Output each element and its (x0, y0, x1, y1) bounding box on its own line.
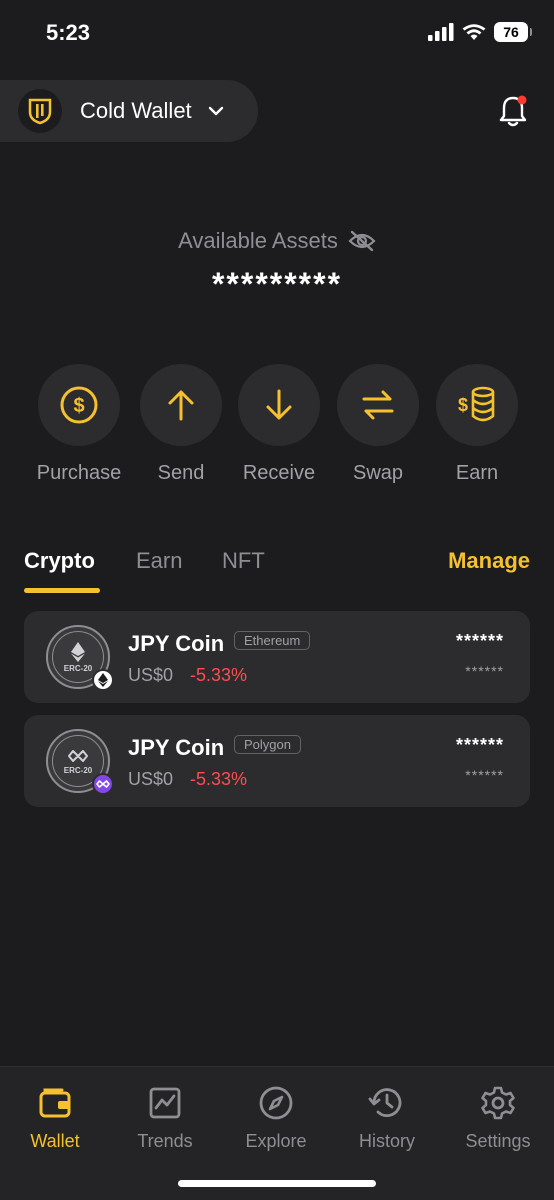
swap-label: Swap (352, 462, 404, 484)
coin-balance: ****** (455, 631, 504, 651)
coin-change: -5.33% (190, 769, 248, 789)
nav-explore[interactable]: Explore (221, 1083, 331, 1152)
nav-history[interactable]: History (332, 1083, 442, 1152)
receive-label: Receive (242, 462, 316, 484)
coin-balance: ****** (455, 735, 504, 755)
coins-icon: $ (458, 386, 495, 422)
dollar-icon: $ (60, 386, 98, 424)
nav-trends-label: Trends (137, 1131, 193, 1151)
nav-settings-label: Settings (465, 1131, 531, 1151)
send-button[interactable]: Send (126, 364, 236, 485)
tab-earn[interactable]: Earn (136, 548, 182, 574)
cellular-signal-icon (428, 23, 454, 41)
nav-trends[interactable]: Trends (110, 1083, 220, 1152)
gear-icon (481, 1086, 515, 1120)
wallet-name: Cold Wallet (80, 98, 192, 123)
tab-crypto[interactable]: Crypto (24, 548, 95, 574)
chain-tag: Ethereum (234, 631, 311, 650)
coin-price: US$0 (128, 769, 174, 789)
svg-text:$: $ (73, 395, 84, 417)
purchase-label: Purchase (36, 462, 122, 484)
svg-text:$: $ (458, 395, 468, 415)
earn-button[interactable]: $ Earn (422, 364, 532, 485)
coin-fiat-value: ****** (465, 767, 504, 783)
wallet-selector[interactable]: Cold Wallet (0, 80, 258, 142)
receive-button[interactable]: Receive (224, 364, 334, 485)
coin-fiat-value: ****** (465, 663, 504, 679)
nav-wallet-label: Wallet (30, 1131, 80, 1151)
erc20-token-icon: ERC-20 (46, 729, 114, 795)
wallet-icon (39, 1088, 71, 1118)
compass-icon (259, 1086, 293, 1120)
purchase-button[interactable]: $ Purchase (24, 364, 134, 485)
receive-circle[interactable] (238, 364, 320, 446)
tab-nft[interactable]: NFT (222, 548, 265, 574)
asset-row-jpyc-polygon[interactable]: ERC-20 JPY Coin Polygon US$0 -5.33% ****… (24, 715, 530, 807)
available-assets-value: ********* (211, 266, 343, 302)
manage-button[interactable]: Manage (448, 548, 530, 574)
chain-tag: Polygon (234, 735, 301, 754)
chart-icon (149, 1087, 181, 1119)
coin-name: JPY Coin (128, 735, 225, 760)
arrow-up-icon (168, 390, 194, 421)
ethereum-logo-icon (71, 641, 85, 662)
token-standard-label: ERC-20 (63, 663, 93, 673)
swap-circle[interactable] (337, 364, 419, 446)
erc20-token-icon: ERC-20 (46, 625, 114, 691)
swap-button[interactable]: Swap (323, 364, 433, 485)
earn-circle[interactable]: $ (436, 364, 518, 446)
nav-wallet[interactable]: Wallet (0, 1083, 110, 1152)
coin-name: JPY Coin (128, 631, 225, 656)
send-circle[interactable] (140, 364, 222, 446)
status-icons: 76 (428, 22, 532, 42)
send-label: Send (157, 462, 205, 484)
coin-change: -5.33% (190, 665, 248, 685)
nav-history-label: History (358, 1131, 415, 1151)
assets-label-row: Available Assets (0, 228, 554, 254)
asset-row-jpyc-ethereum[interactable]: ERC-20 JPY Coin Ethereum US$0 -5.33% ***… (24, 611, 530, 703)
eye-hidden-icon[interactable] (348, 230, 376, 252)
token-standard-label: ERC-20 (63, 765, 93, 775)
history-icon (368, 1088, 402, 1117)
earn-label: Earn (455, 462, 499, 484)
battery-indicator: 76 (494, 22, 532, 42)
chevron-down-icon (208, 106, 223, 116)
ethereum-badge-icon (92, 669, 114, 691)
active-tab-indicator (24, 588, 100, 593)
status-bar: 5:23 76 (0, 0, 554, 70)
notification-bell-icon[interactable] (498, 94, 528, 128)
asset-tabs: Crypto Earn NFT Manage (24, 548, 530, 596)
polygon-logo-icon (68, 749, 88, 762)
swap-icon (362, 390, 394, 420)
coin-price: US$0 (128, 665, 174, 685)
arrow-down-icon (266, 389, 292, 420)
cold-wallet-logo-icon (18, 89, 62, 133)
wifi-icon (462, 24, 486, 40)
purchase-circle[interactable]: $ (38, 364, 120, 446)
home-indicator[interactable] (178, 1180, 376, 1187)
status-time: 5:23 (46, 20, 91, 45)
polygon-badge-icon (92, 773, 114, 795)
nav-explore-label: Explore (245, 1131, 307, 1151)
nav-settings[interactable]: Settings (443, 1083, 553, 1152)
available-assets-label: Available Assets (178, 228, 338, 253)
quick-actions: $ Purchase Send Receive Swap $ Earn (0, 364, 554, 494)
